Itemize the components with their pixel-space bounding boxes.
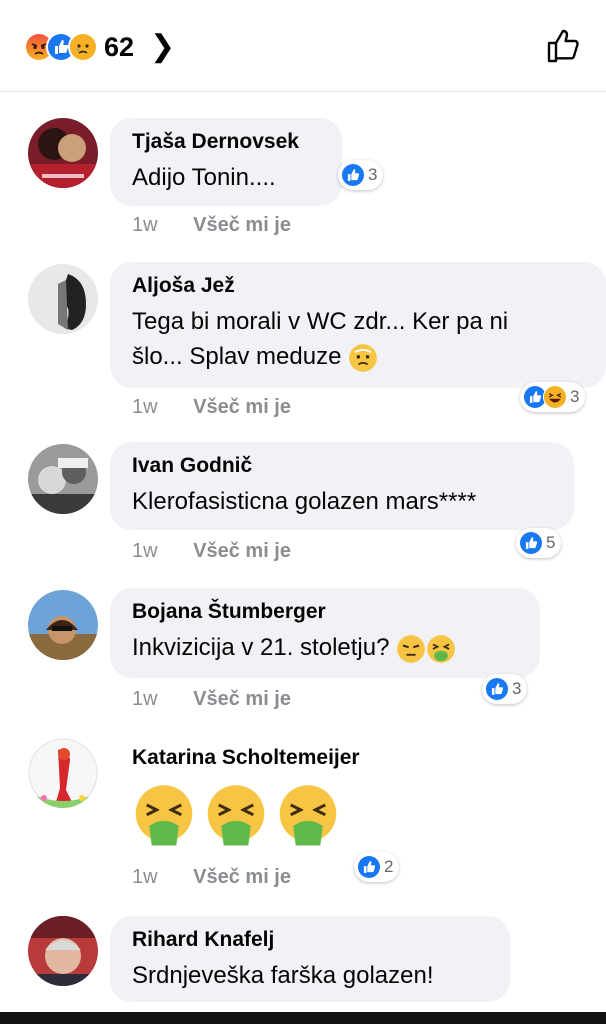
comment-reactions[interactable]: 5	[516, 528, 562, 558]
like-button[interactable]: Všeč mi je	[193, 214, 291, 236]
emoji-row	[132, 784, 508, 853]
commenter-name[interactable]: Katarina Scholtemeijer	[132, 746, 508, 770]
comment-text-line: Inkvizicija v 21. stoletju?	[132, 630, 518, 665]
avatar[interactable]	[28, 444, 98, 514]
comment-text: Adijo Tonin....	[132, 164, 276, 191]
like-button[interactable]: Všeč mi je	[193, 540, 291, 562]
reaction-summary[interactable]: 62 ❯	[24, 30, 175, 64]
comment-meta: 1w Všeč mi je	[132, 540, 291, 563]
commenter-name[interactable]: Ivan Godnič	[132, 454, 552, 478]
like-icon	[519, 531, 543, 555]
reaction-count: 3	[512, 679, 522, 698]
comment-text: Srdnjeveška farška golazen!	[132, 962, 434, 989]
avatar[interactable]	[28, 118, 98, 188]
like-button[interactable]: Všeč mi je	[193, 396, 291, 418]
reaction-count: 3	[570, 387, 580, 406]
nauseated-emoji-icon	[204, 784, 268, 848]
comment-time[interactable]: 1w	[132, 688, 158, 710]
comment-reactions[interactable]: 3	[338, 160, 384, 190]
comment-bubble[interactable]: Rihard Knafelj Srdnjeveška farška golaze…	[110, 916, 510, 1002]
like-button[interactable]: Všeč mi je	[193, 866, 291, 888]
nauseated-emoji-icon	[426, 634, 456, 664]
thumbs-up-outline-icon[interactable]	[544, 26, 584, 66]
comment-text-line-1: Tega bi morali v WC zdr... Ker pa ni	[132, 308, 509, 335]
avatar[interactable]	[28, 590, 98, 660]
comment-text: Klerofasisticna golazen mars****	[132, 488, 477, 515]
avatar[interactable]	[28, 264, 98, 334]
frowning-emoji-icon	[348, 343, 378, 373]
avatar[interactable]	[28, 916, 98, 986]
comment-bubble[interactable]: Katarina Scholtemeijer	[110, 734, 530, 864]
unamused-emoji-icon	[396, 634, 426, 664]
sad-icon	[68, 32, 98, 62]
avatar[interactable]	[28, 738, 98, 808]
like-icon	[357, 855, 381, 879]
comment-time[interactable]: 1w	[132, 396, 158, 418]
comment-bubble[interactable]: Aljoša Jež Tega bi morali v WC zdr... Ke…	[110, 262, 606, 388]
reaction-count: 5	[546, 533, 556, 552]
comment-meta: 1w Všeč mi je	[132, 688, 291, 711]
comment-time[interactable]: 1w	[132, 866, 158, 888]
comment-meta: 1w Všeč mi je	[132, 214, 291, 237]
reaction-count: 3	[368, 165, 378, 184]
comment-bubble[interactable]: Ivan Godnič Klerofasisticna golazen mars…	[110, 442, 574, 530]
commenter-name[interactable]: Aljoša Jež	[132, 274, 584, 298]
comment-text-line-2: šlo... Splav meduze	[132, 339, 584, 374]
comment-bubble[interactable]: Tjaša Dernovsek Adijo Tonin....	[110, 118, 342, 206]
laugh-icon	[543, 385, 567, 409]
reactions-header: 62 ❯	[0, 0, 606, 92]
commenter-name[interactable]: Tjaša Dernovsek	[132, 130, 320, 154]
nauseated-emoji-icon	[276, 784, 340, 848]
comment-meta: 1w Všeč mi je	[132, 396, 291, 419]
comment-meta: 1w Všeč mi je	[132, 866, 291, 889]
comment-time[interactable]: 1w	[132, 540, 158, 562]
comment-time[interactable]: 1w	[132, 214, 158, 236]
reaction-count: 62	[104, 31, 135, 62]
comment-bubble[interactable]: Bojana Štumberger Inkvizicija v 21. stol…	[110, 588, 540, 678]
like-button[interactable]: Všeč mi je	[193, 688, 291, 710]
commenter-name[interactable]: Rihard Knafelj	[132, 928, 488, 952]
reaction-count: 2	[384, 857, 394, 876]
like-icon	[485, 677, 509, 701]
comment-text: šlo... Splav meduze	[132, 343, 342, 370]
commenter-name[interactable]: Bojana Štumberger	[132, 600, 518, 624]
like-icon	[341, 163, 365, 187]
nauseated-emoji-icon	[132, 784, 196, 848]
comment-reactions[interactable]: 2	[354, 852, 400, 882]
bottom-bar	[0, 1012, 606, 1024]
comment-reactions[interactable]: 3	[482, 674, 528, 704]
chevron-right-icon[interactable]: ❯	[150, 32, 175, 62]
comment-text: Inkvizicija v 21. stoletju?	[132, 634, 390, 661]
comment-reactions[interactable]: 3	[520, 382, 586, 412]
